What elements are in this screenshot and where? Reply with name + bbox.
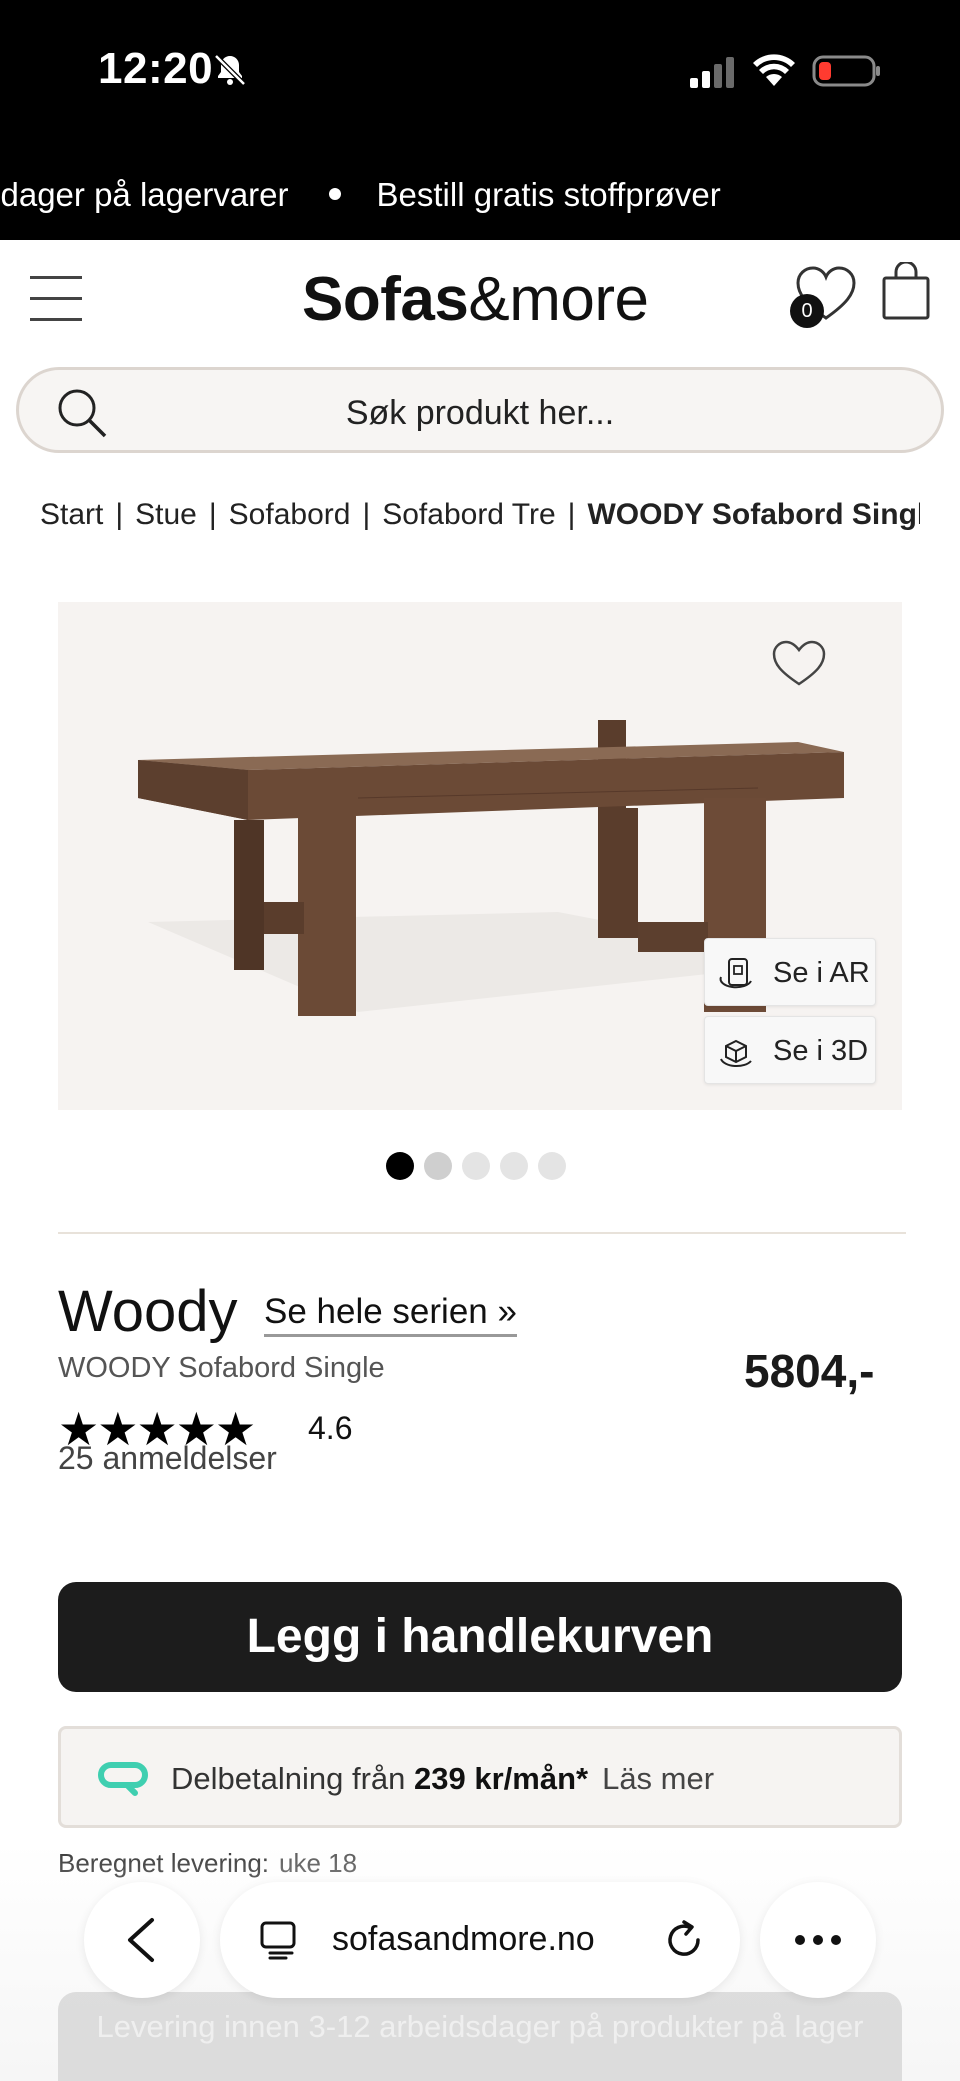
gallery-dot[interactable] (462, 1152, 490, 1180)
ticker-separator (328, 188, 341, 201)
wifi-icon (753, 54, 795, 86)
see-series-link[interactable]: Se hele serien » (264, 1292, 517, 1337)
estimated-delivery: Beregnet levering: uke 18 (58, 1848, 357, 1879)
tab-overview-icon[interactable] (258, 1920, 298, 1960)
reload-icon[interactable] (662, 1918, 706, 1962)
gallery-dot[interactable] (538, 1152, 566, 1180)
3d-cube-icon (720, 1039, 752, 1068)
rating-value: 4.6 (308, 1410, 353, 1446)
search-placeholder: Søk produkt her... (345, 394, 615, 432)
search-section: Søk produkt her... (0, 365, 960, 475)
ar-icon (719, 958, 752, 989)
delivery-banner: Levering innen 3-12 arbeidsdager på prod… (58, 1992, 902, 2081)
breadcrumb: Start | Stue | Sofabord | Sofabord Tre | WOODY S… (40, 498, 920, 540)
chevron-left-icon (128, 1918, 154, 1962)
ticker-item: sdager på lagervarer (0, 176, 289, 213)
delivery-label: Beregnet levering: (58, 1848, 270, 1878)
browser-more-button[interactable] (760, 1882, 876, 1998)
breadcrumb-item-start[interactable]: Start (40, 498, 103, 531)
breadcrumb-item-sofabord[interactable]: Sofabord (229, 498, 351, 531)
battery-low-icon (812, 55, 880, 87)
gallery-dot[interactable] (500, 1152, 528, 1180)
gallery-pagination (386, 1152, 576, 1180)
browser-back-button[interactable] (84, 1882, 200, 1998)
search-input[interactable]: Søk produkt her... (16, 367, 944, 453)
breadcrumb-item-stue[interactable]: Stue (135, 498, 197, 531)
wishlist-count-badge: 0 (790, 294, 824, 328)
bell-slash-icon (214, 54, 246, 86)
product-subtitle: WOODY Sofabord Single (58, 1352, 385, 1384)
klarna-payment-icon (98, 1762, 148, 1796)
gallery-dot[interactable] (424, 1152, 452, 1180)
read-more-link[interactable]: Läs mer (602, 1761, 714, 1796)
add-to-cart-button[interactable]: Legg i handlekurven (58, 1582, 902, 1692)
site-header: Sofas&more 0 (0, 240, 960, 365)
installment-amount: 239 kr/mån* (414, 1761, 589, 1796)
site-logo[interactable]: Sofas&more (302, 264, 649, 335)
view-in-3d-label: Se i 3D (773, 1035, 869, 1067)
product-title: Woody (58, 1279, 238, 1344)
cellular-signal-icon (690, 57, 734, 88)
view-in-ar-label: Se i AR (773, 957, 870, 989)
announcement-ticker: sdager på lagervarer Bestill gratis stoff… (0, 142, 960, 240)
delivery-value: uke 18 (279, 1848, 358, 1878)
installment-info[interactable]: Delbetalning från 239 kr/mån* Läs mer (58, 1726, 902, 1828)
browser-address-bar[interactable]: sofasandmore.no (220, 1882, 740, 1998)
view-in-3d-button[interactable]: Se i 3D (704, 1016, 876, 1084)
shopping-bag-icon[interactable] (880, 262, 932, 322)
more-dots-icon (795, 1935, 841, 1945)
breadcrumb-item-current: WOODY Sofabord Single (587, 498, 920, 531)
section-divider (58, 1232, 906, 1234)
status-bar: 12:20 (0, 0, 960, 142)
ticker-item: Bestill gratis stoffprøver (376, 176, 721, 213)
gallery-dot[interactable] (386, 1152, 414, 1180)
view-in-ar-button[interactable]: Se i AR (704, 938, 876, 1006)
hamburger-menu-icon[interactable] (30, 276, 82, 322)
installment-text: Delbetalning från 239 kr/mån* Läs mer (171, 1761, 715, 1796)
product-price: 5804,- (744, 1345, 875, 1397)
reviews-count-link[interactable]: 25 anmeldelser (58, 1440, 277, 1477)
browser-url: sofasandmore.no (332, 1920, 595, 1958)
product-image-gallery[interactable]: Se i AR Se i 3D (58, 602, 902, 1110)
status-time: 12:20 (98, 44, 214, 93)
breadcrumb-item-sofabord-tre[interactable]: Sofabord Tre (382, 498, 555, 531)
favorite-heart-icon[interactable] (770, 638, 828, 688)
